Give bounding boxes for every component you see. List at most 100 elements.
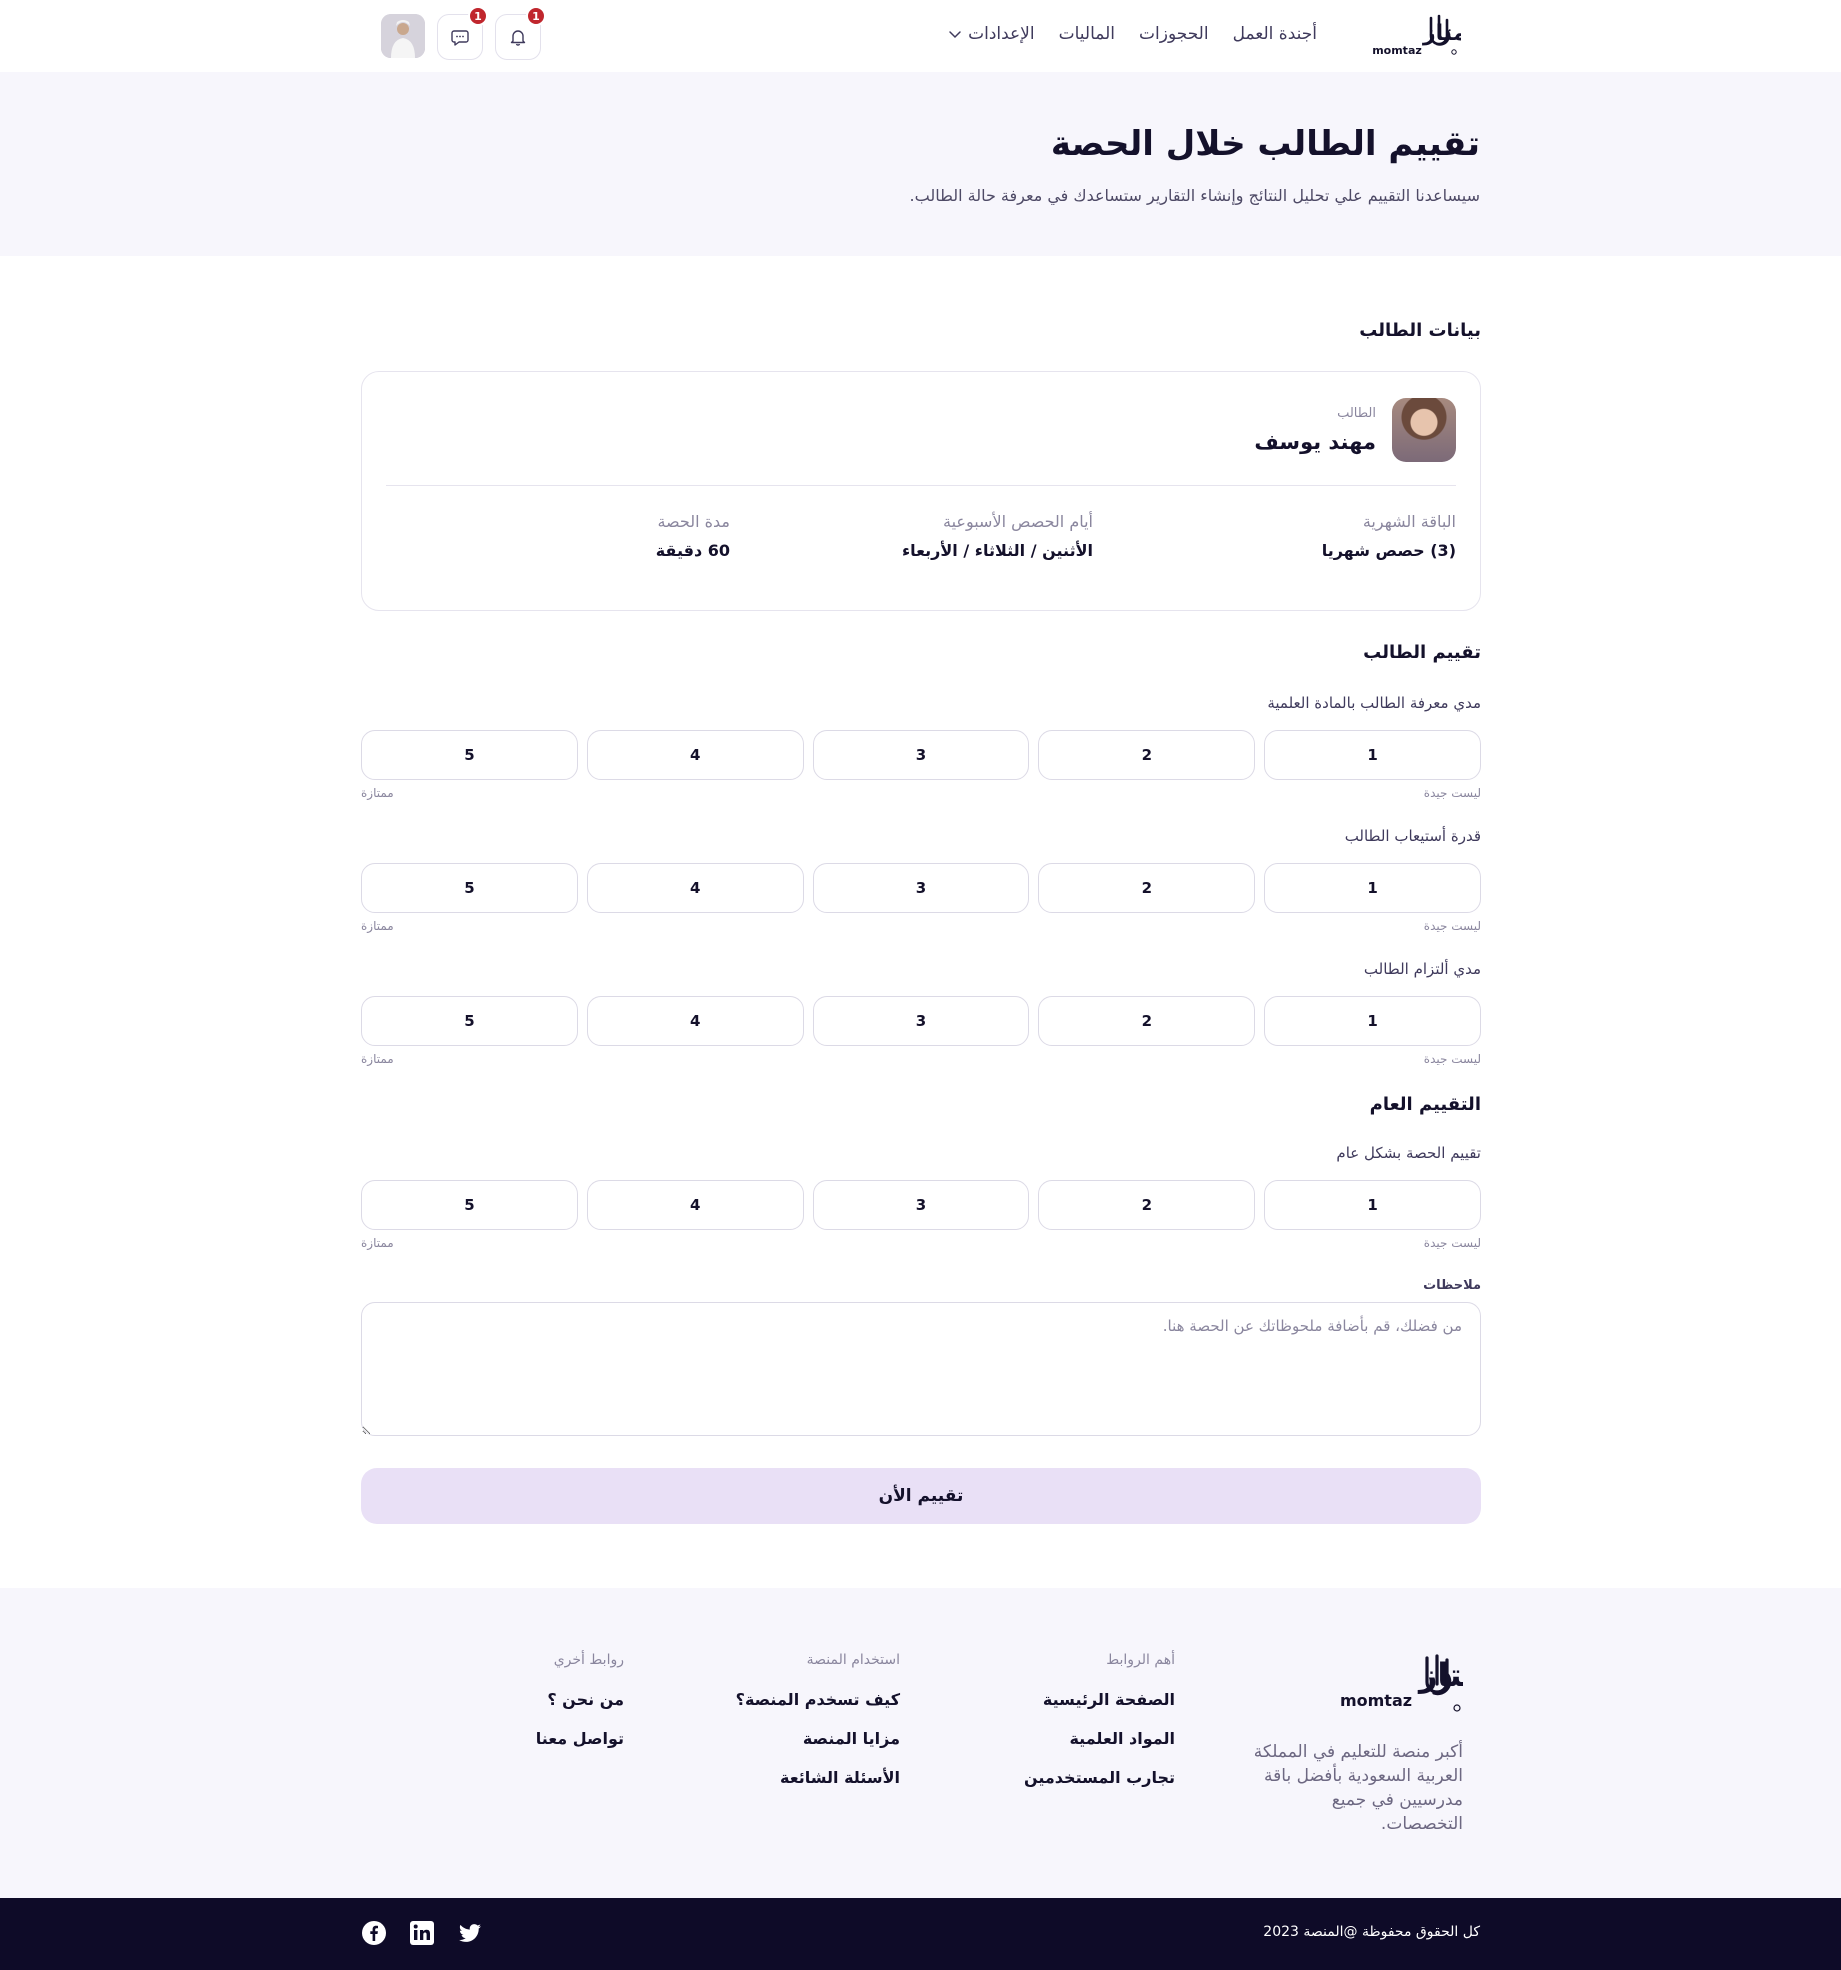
- footer-col-main-links: أهم الروابط الصفحة الرئيسية المواد العلم…: [1024, 1652, 1175, 1807]
- footer-link-about[interactable]: من نحن ؟: [536, 1690, 624, 1709]
- footer-description: أكبر منصة للتعليم في المملكة العربية الس…: [1253, 1742, 1463, 1834]
- logo-latin-text: momtaz: [1372, 44, 1422, 57]
- rating-option-1[interactable]: 1: [1264, 1180, 1481, 1230]
- card-divider: [386, 485, 1456, 486]
- student-name: مهند يوسف: [1254, 430, 1376, 454]
- rating-option-3[interactable]: 3: [812, 996, 1030, 1046]
- rating-option-2[interactable]: 2: [1038, 996, 1256, 1046]
- student-photo: [1392, 398, 1456, 462]
- footer-link-contact[interactable]: تواصل معنا: [536, 1729, 624, 1748]
- rating-scale-knowledge: 1 2 3 4 5: [361, 730, 1481, 780]
- rating-option-2[interactable]: 2: [1038, 730, 1256, 780]
- nav-finances[interactable]: الماليات: [1059, 24, 1115, 44]
- footer-col-title: استخدام المنصة: [806, 1652, 900, 1668]
- notes-textarea[interactable]: [361, 1302, 1481, 1436]
- footer-link-features[interactable]: مزايا المنصة: [736, 1729, 900, 1748]
- scale-low-label: ليست جيدة: [1423, 919, 1481, 933]
- rating-option-4[interactable]: 4: [586, 730, 804, 780]
- user-avatar-image: [381, 14, 425, 58]
- scale-high-label: ممتازة: [361, 786, 394, 800]
- rating-scale-comprehension: 1 2 3 4 5: [361, 863, 1481, 913]
- rating-option-2[interactable]: 2: [1038, 863, 1256, 913]
- linkedin-icon[interactable]: [409, 1920, 435, 1946]
- notes-label: ملاحظات: [1423, 1278, 1481, 1293]
- footer-link-subjects[interactable]: المواد العلمية: [1024, 1729, 1175, 1748]
- rating-option-2[interactable]: 2: [1038, 1180, 1256, 1230]
- footer-link-faq[interactable]: الأسئلة الشائعة: [736, 1768, 900, 1787]
- rating-option-5[interactable]: 5: [361, 1180, 578, 1230]
- rating-option-1[interactable]: 1: [1264, 730, 1481, 780]
- overall-section-title: التقييم العام: [1369, 1094, 1481, 1115]
- footer-link-home[interactable]: الصفحة الرئيسية: [1024, 1690, 1175, 1709]
- footer-logo[interactable]: ممتاز momtaz: [1323, 1650, 1504, 1716]
- student-label: الطالب: [1337, 406, 1376, 421]
- question-label: قدرة أستيعاب الطالب: [1344, 827, 1481, 845]
- bottom-bar: كل الحقوق محفوظة @المنصة 2023: [0, 1898, 1841, 1970]
- rating-option-5[interactable]: 5: [361, 863, 578, 913]
- info-label: الباقة الشهرية: [1362, 512, 1456, 531]
- rating-option-3[interactable]: 3: [812, 863, 1030, 913]
- info-session-duration: مدة الحصة 60 دقيقة: [656, 512, 730, 560]
- footer-link-testimonials[interactable]: تجارب المستخدمين: [1024, 1768, 1175, 1787]
- top-header: ممتاز momtaz أجندة العمل الحجوزات المالي…: [0, 0, 1841, 72]
- bell-icon: [510, 30, 526, 46]
- nav-settings[interactable]: الإعدادات: [948, 24, 1035, 44]
- nav-bookings[interactable]: الحجوزات: [1139, 24, 1209, 44]
- rating-option-1[interactable]: 1: [1264, 996, 1481, 1046]
- info-value: (3) حصص شهريا: [1321, 541, 1456, 560]
- nav-agenda[interactable]: أجندة العمل: [1233, 24, 1317, 44]
- footer-logo-mark: ممتاز momtaz: [1340, 1654, 1504, 1712]
- rating-option-3[interactable]: 3: [812, 1180, 1030, 1230]
- info-weekly-days: أيام الحصص الأسبوعية الأثنين / الثلاثاء …: [902, 512, 1093, 560]
- rating-scale-commitment: 1 2 3 4 5: [361, 996, 1481, 1046]
- notifications-badge: 1: [526, 6, 546, 26]
- question-label: مدي معرفة الطالب بالمادة العلمية: [1267, 694, 1481, 712]
- nav-settings-label: الإعدادات: [968, 24, 1035, 44]
- page-subtitle: سيساعدنا التقييم علي تحليل النتائج وإنشا…: [909, 186, 1480, 205]
- social-links: [361, 1920, 483, 1946]
- info-monthly-package: الباقة الشهرية (3) حصص شهريا: [1322, 512, 1456, 560]
- rating-option-4[interactable]: 4: [586, 863, 804, 913]
- footer-col-other-links: روابط أخري من نحن ؟ تواصل معنا: [536, 1652, 624, 1768]
- chat-icon: [451, 30, 469, 46]
- scale-high-label: ممتازة: [361, 919, 394, 933]
- notifications-button[interactable]: 1: [495, 6, 546, 60]
- messages-button[interactable]: 1: [437, 6, 488, 60]
- footer-col-platform-usage: استخدام المنصة كيف تسخدم المنصة؟ مزايا ا…: [736, 1652, 900, 1807]
- logo-mark: ممتاز momtaz: [1372, 14, 1481, 57]
- question-label: مدي ألتزام الطالب: [1363, 960, 1481, 978]
- rating-option-5[interactable]: 5: [361, 996, 578, 1046]
- momtaz-logo[interactable]: ممتاز momtaz: [1361, 12, 1481, 60]
- scale-low-label: ليست جيدة: [1423, 1236, 1481, 1250]
- question-label: تقييم الحصة بشكل عام: [1336, 1144, 1481, 1162]
- page-hero: تقييم الطالب خلال الحصة سيساعدنا التقييم…: [0, 72, 1841, 256]
- footer-col-title: أهم الروابط: [1106, 1652, 1175, 1668]
- rating-option-1[interactable]: 1: [1264, 863, 1481, 913]
- nav-bookings-label: الحجوزات: [1139, 24, 1209, 44]
- scale-low-label: ليست جيدة: [1423, 786, 1481, 800]
- footer-link-how-to-use[interactable]: كيف تسخدم المنصة؟: [736, 1690, 900, 1709]
- footer-logo-arabic-text: ممتاز: [1417, 1656, 1463, 1694]
- rating-option-5[interactable]: 5: [361, 730, 578, 780]
- user-avatar[interactable]: [381, 14, 425, 58]
- submit-rating-button[interactable]: تقييم الأن: [361, 1468, 1481, 1524]
- rating-scale-overall: 1 2 3 4 5: [361, 1180, 1481, 1230]
- facebook-icon[interactable]: [361, 1920, 387, 1946]
- rating-option-4[interactable]: 4: [586, 1180, 804, 1230]
- footer-logo-latin-text: momtaz: [1340, 1691, 1412, 1710]
- scale-high-label: ممتازة: [361, 1236, 394, 1250]
- main-nav: أجندة العمل الحجوزات الماليات الإعدادات: [948, 24, 1317, 44]
- rating-option-3[interactable]: 3: [812, 730, 1030, 780]
- scale-low-label: ليست جيدة: [1423, 1052, 1481, 1066]
- copyright-text: كل الحقوق محفوظة @المنصة 2023: [1263, 1924, 1480, 1940]
- nav-finances-label: الماليات: [1058, 24, 1116, 44]
- chevron-down-icon: [949, 31, 961, 39]
- scale-high-label: ممتازة: [361, 1052, 394, 1066]
- twitter-icon[interactable]: [457, 1920, 483, 1946]
- info-label: أيام الحصص الأسبوعية: [943, 512, 1093, 531]
- rating-section-title: تقييم الطالب: [1363, 642, 1481, 663]
- info-label: مدة الحصة: [657, 512, 730, 531]
- messages-badge: 1: [468, 6, 488, 26]
- rating-option-4[interactable]: 4: [586, 996, 804, 1046]
- nav-agenda-label: أجندة العمل: [1232, 24, 1317, 44]
